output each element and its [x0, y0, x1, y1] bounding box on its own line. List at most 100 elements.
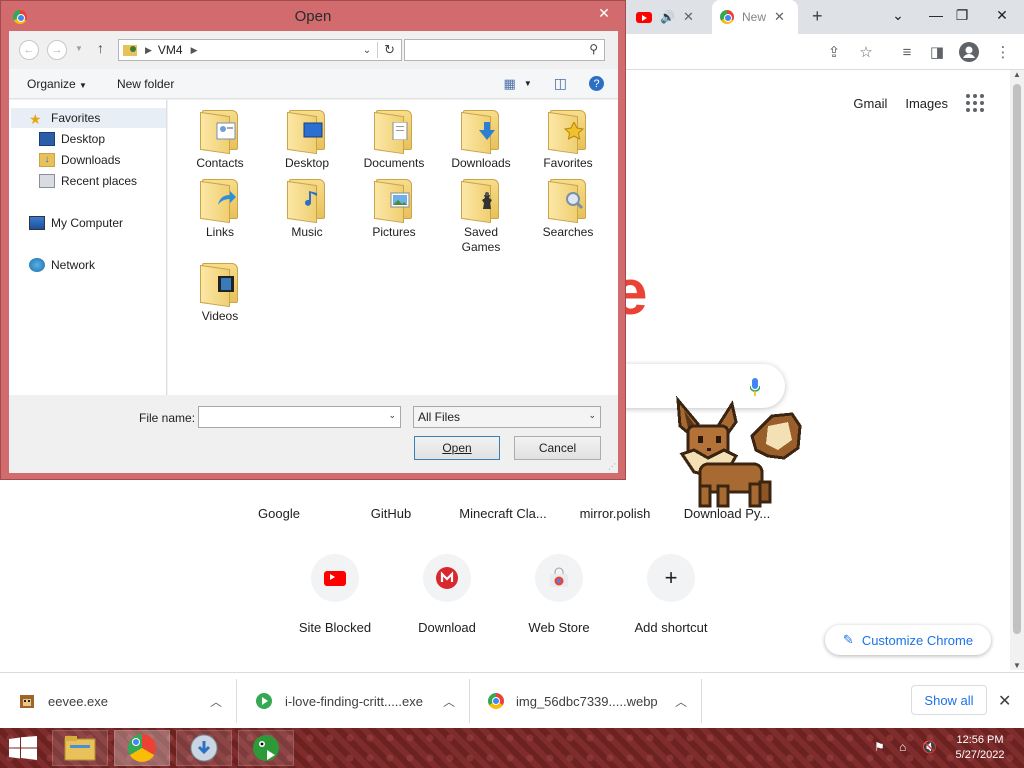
download-item[interactable]: i-love-finding-critt.....exe ︿ [237, 679, 470, 723]
customize-chrome-button[interactable]: ✎ Customize Chrome [825, 625, 991, 655]
shortcut-github[interactable]: GitHub [335, 506, 447, 521]
recent-places-icon [39, 174, 55, 188]
taskbar-installer[interactable] [176, 730, 232, 766]
folder-videos[interactable]: Videos [182, 261, 258, 324]
taskbar-critter-app[interactable] [238, 730, 294, 766]
folder-contacts[interactable]: Contacts [182, 108, 258, 171]
folder-icon [200, 177, 240, 224]
side-panel-icon[interactable]: ◨ [926, 41, 948, 63]
shortcut-minecraft[interactable]: Minecraft Cla... [447, 506, 559, 521]
tab-close-icon[interactable]: ✕ [774, 9, 785, 25]
menu-kebab-icon[interactable]: ⋮ [992, 41, 1014, 63]
folder-desktop[interactable]: Desktop [269, 108, 345, 171]
folder-links[interactable]: Links [182, 177, 258, 240]
folder-searches[interactable]: Searches [530, 177, 606, 240]
organize-label: Organize [27, 76, 76, 91]
profile-icon[interactable] [958, 41, 980, 63]
up-arrow-icon[interactable]: ↑ [97, 40, 104, 56]
path-breadcrumb[interactable]: ▶ VM4 ▶ ⌄ ↻ [118, 39, 402, 61]
refresh-icon[interactable]: ↻ [377, 42, 401, 58]
scroll-up-icon[interactable]: ▲ [1013, 70, 1021, 79]
file-type-select[interactable]: All Files ⌄ [413, 406, 601, 428]
tab-close-icon[interactable]: ✕ [683, 9, 694, 25]
folder-pictures[interactable]: Pictures [356, 177, 432, 240]
voice-search-icon[interactable] [750, 378, 760, 396]
chevron-down-icon: ▼ [79, 80, 87, 90]
chevron-down-icon[interactable]: ⌄ [588, 410, 596, 421]
nav-network[interactable]: Network [29, 255, 95, 275]
close-shelf-icon[interactable]: ✕ [998, 691, 1011, 711]
folder-label: Documents [363, 156, 425, 170]
folder-downloads[interactable]: Downloads [443, 108, 519, 171]
nav-favorites[interactable]: ★ Favorites [11, 108, 166, 128]
restore-icon[interactable]: ❐ [940, 0, 984, 30]
file-name-input[interactable]: ⌄ [198, 406, 401, 428]
shortcut-site-blocked[interactable]: Site Blocked [279, 554, 391, 635]
nav-downloads[interactable]: ↓ Downloads [39, 150, 120, 170]
scroll-thumb[interactable] [1013, 84, 1021, 634]
download-filename: eevee.exe [48, 693, 108, 709]
taskbar-chrome[interactable] [114, 730, 170, 766]
installer-icon [190, 734, 218, 762]
recent-locations-chevron-icon[interactable]: ▼ [75, 44, 83, 53]
shortcut-mirror-polish[interactable]: mirror.polish [559, 506, 671, 521]
organize-button[interactable]: Organize ▼ [27, 77, 87, 91]
gmail-link[interactable]: Gmail [853, 96, 887, 111]
show-all-button[interactable]: Show all [911, 685, 987, 715]
scroll-down-icon[interactable]: ▼ [1013, 661, 1021, 670]
system-clock[interactable]: 12:56 PM 5/27/2022 [950, 733, 1010, 763]
path-segment[interactable]: VM4 [158, 43, 183, 57]
download-item[interactable]: eevee.exe ︿ [0, 679, 237, 723]
shortcut-google[interactable]: Google [223, 506, 335, 521]
chevron-up-icon[interactable]: ︿ [443, 693, 455, 710]
dialog-footer: File name: ⌄ All Files ⌄ Open Cancel ⋰ [9, 395, 618, 473]
view-options-chevron-icon[interactable]: ▼ [524, 79, 532, 88]
search-folder-input[interactable]: ⚲ [404, 39, 605, 61]
network-status-icon[interactable]: ⌂ [899, 740, 915, 756]
preview-pane-icon[interactable]: ◫ [554, 75, 567, 92]
chevron-down-icon[interactable]: ⌄ [388, 410, 396, 421]
new-folder-button[interactable]: New folder [117, 77, 174, 91]
folder-favorites[interactable]: Favorites [530, 108, 606, 171]
bookmark-star-icon[interactable]: ☆ [855, 41, 877, 63]
open-file-dialog: Open ✕ ← → ▼ ↑ ▶ VM4 ▶ ⌄ ↻ ⚲ Organize ▼ … [0, 0, 626, 480]
nav-my-computer[interactable]: My Computer [29, 213, 123, 233]
cancel-button[interactable]: Cancel [514, 436, 601, 460]
nav-recent-places[interactable]: Recent places [39, 171, 137, 191]
folder-label: Searches [542, 225, 594, 239]
open-button[interactable]: Open [414, 436, 500, 460]
folder-music[interactable]: Music [269, 177, 345, 240]
folder-saved-games[interactable]: Saved Games [443, 177, 519, 255]
volume-muted-icon[interactable]: 🔇 [922, 740, 938, 756]
forward-arrow-icon[interactable]: → [47, 40, 67, 60]
back-arrow-icon[interactable]: ← [19, 40, 39, 60]
chevron-up-icon[interactable]: ︿ [210, 693, 222, 710]
path-dropdown-icon[interactable]: ⌄ [363, 45, 371, 56]
windows-start-icon[interactable] [8, 736, 38, 760]
tab-youtube[interactable]: 🔊 ✕ [628, 0, 710, 34]
dialog-close-icon[interactable]: ✕ [589, 3, 619, 23]
folder-icon [461, 177, 501, 224]
dialog-titlebar[interactable]: Open ✕ [1, 1, 625, 31]
shortcut-add[interactable]: + Add shortcut [615, 554, 727, 635]
tab-new-tab[interactable]: New ✕ [712, 0, 798, 34]
shortcut-web-store[interactable]: Web Store [503, 554, 615, 635]
taskbar-file-explorer[interactable] [52, 730, 108, 766]
action-center-flag-icon[interactable]: ⚑ [874, 740, 890, 756]
google-apps-icon[interactable] [966, 94, 984, 112]
shortcut-download[interactable]: Download [391, 554, 503, 635]
images-link[interactable]: Images [905, 96, 948, 111]
resize-grip-icon[interactable]: ⋰ [608, 462, 616, 471]
page-scrollbar[interactable]: ▲ ▼ [1010, 70, 1024, 670]
folder-documents[interactable]: Documents [356, 108, 432, 171]
nav-desktop[interactable]: Desktop [39, 129, 105, 149]
tab-title: New [742, 10, 767, 24]
view-options-icon[interactable]: ▦ [504, 76, 516, 92]
share-icon[interactable]: ⇪ [823, 41, 845, 63]
download-item[interactable]: img_56dbc7339.....webp ︿ [470, 679, 702, 723]
new-tab-icon[interactable]: + [812, 6, 823, 27]
close-window-icon[interactable]: ✕ [980, 0, 1024, 30]
help-icon[interactable]: ? [589, 76, 604, 91]
chevron-up-icon[interactable]: ︿ [675, 693, 687, 710]
media-control-icon[interactable]: ≡ [896, 41, 918, 63]
